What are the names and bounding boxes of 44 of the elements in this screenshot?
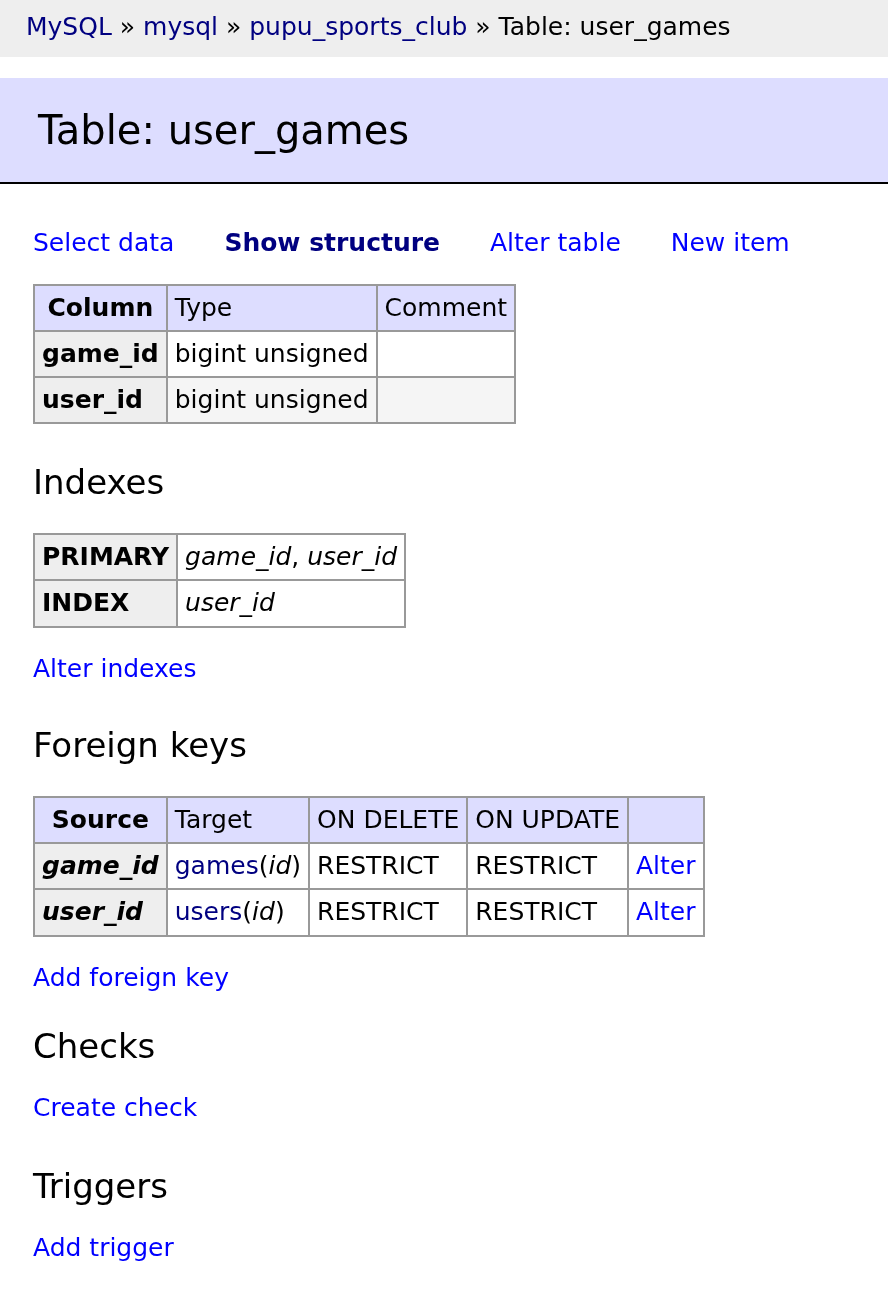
section-heading: Triggers: [33, 1166, 169, 1208]
action-link[interactable]: Create check: [33, 1088, 198, 1127]
breadcrumb-separator: »: [475, 12, 491, 41]
column-name: (id): [242, 897, 285, 927]
action-link[interactable]: Add trigger: [33, 1229, 174, 1267]
table-cell: RESTRICT: [467, 843, 628, 890]
table-header: Comment: [376, 284, 516, 331]
table-cell: bigint unsigned: [166, 377, 377, 424]
table-cell: PRIMARY: [34, 534, 178, 581]
table-cell: game_id: [34, 843, 167, 890]
table-header: ON UPDATE: [467, 796, 628, 844]
table-header: Type: [166, 284, 377, 331]
section-heading: Foreign keys: [33, 725, 248, 766]
table-link[interactable]: games: [174, 851, 259, 881]
column-name: (id): [258, 851, 302, 881]
nav-link[interactable]: Alter table: [490, 224, 621, 262]
nav-link[interactable]: Show structure: [224, 224, 440, 262]
table-cell: user_id: [34, 889, 167, 936]
table-link[interactable]: users: [174, 897, 243, 927]
action-link[interactable]: Add foreign key: [33, 958, 229, 997]
table-cell: INDEX: [34, 580, 178, 627]
nav-link[interactable]: Select data: [33, 224, 175, 262]
section-heading: Checks: [33, 1026, 157, 1067]
breadcrumb-current: Table: user_games: [498, 12, 731, 41]
breadcrumb-link[interactable]: MySQL: [26, 12, 112, 41]
breadcrumb-link[interactable]: mysql: [143, 12, 219, 41]
table-cell: RESTRICT: [309, 889, 468, 936]
table-cell: user_id: [34, 377, 167, 424]
table-header: Source: [34, 796, 167, 844]
table-cell: game_id, user_id: [177, 534, 406, 581]
section-heading: Indexes: [33, 462, 166, 504]
table-header: Target: [166, 796, 310, 844]
page-title: Table: user_games: [0, 78, 888, 184]
nav-link[interactable]: New item: [670, 224, 790, 262]
table-cell: game_id: [34, 330, 167, 377]
table-cell: user_id: [177, 580, 406, 627]
breadcrumb-link[interactable]: pupu_sports_club: [249, 12, 468, 41]
table-header: Column: [34, 284, 167, 331]
breadcrumb-separator: »: [226, 12, 242, 41]
table-cell: RESTRICT: [467, 889, 628, 936]
action-link[interactable]: Alter indexes: [33, 649, 197, 688]
table-header: ON DELETE: [309, 796, 468, 844]
breadcrumb-separator: »: [119, 12, 136, 41]
table-cell: RESTRICT: [309, 843, 468, 890]
